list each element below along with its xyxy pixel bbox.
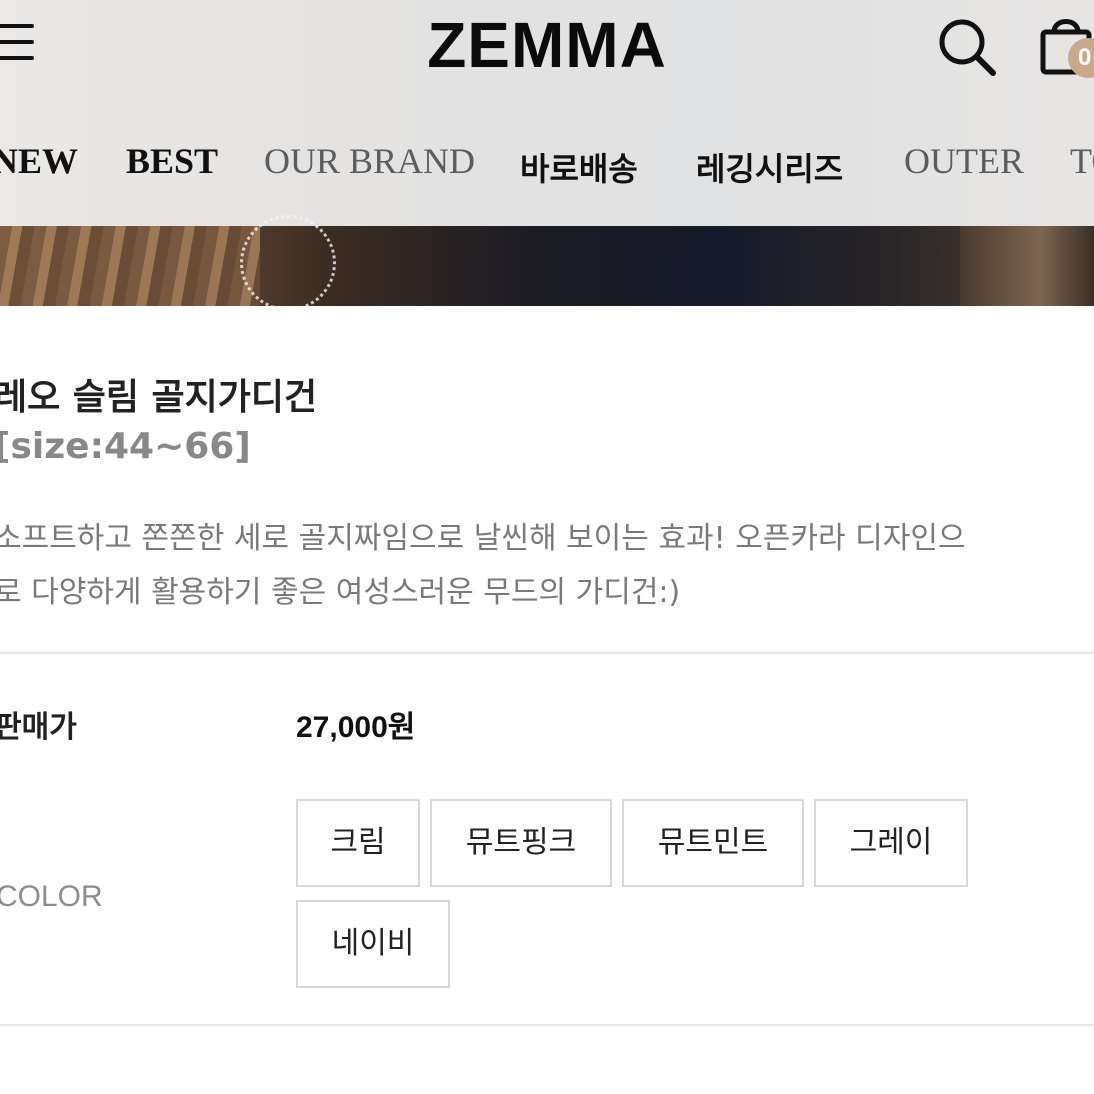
- color-label: COLOR: [0, 880, 103, 913]
- product-title: 레오 슬림 골지가디건: [0, 377, 318, 418]
- color-option-gray[interactable]: 그레이: [814, 799, 968, 887]
- site-logo[interactable]: ZEMMA: [0, 8, 1094, 82]
- hero-fabric-detail-right: [960, 226, 1094, 306]
- hero-fabric-detail: [0, 226, 260, 306]
- color-option-cream[interactable]: 크림: [296, 799, 420, 887]
- divider: [0, 1024, 1094, 1026]
- nav-item-outer[interactable]: OUTER: [904, 140, 1024, 182]
- search-icon[interactable]: [936, 16, 998, 78]
- nav-item-top[interactable]: TO: [1070, 140, 1094, 182]
- divider: [0, 652, 1094, 654]
- product-size: [size:44~66]: [0, 426, 251, 467]
- color-option-navy[interactable]: 네이비: [296, 900, 450, 988]
- nav-item-new[interactable]: NEW: [0, 140, 78, 182]
- hero-lace-detail: [240, 215, 336, 306]
- nav-item-best[interactable]: BEST: [126, 140, 218, 182]
- product-description-line: 로 다양하게 활용하기 좋은 여성스러운 무드의 가디건:): [0, 575, 681, 610]
- nav-item-quick-delivery[interactable]: 바로배송: [520, 144, 638, 190]
- color-option-mute-mint[interactable]: 뮤트민트: [622, 799, 804, 887]
- price-value: 27,000원: [296, 711, 416, 744]
- nav-item-our-brand[interactable]: OUR BRAND: [264, 140, 475, 182]
- product-description-line: 소프트하고 쫀쫀한 세로 골지짜임으로 날씬해 보이는 효과! 오픈카라 디자인…: [0, 521, 966, 556]
- product-description: 소프트하고 쫀쫀한 세로 골지짜임으로 날씬해 보이는 효과! 오픈카라 디자인…: [0, 512, 1094, 620]
- nav-item-leggings-series[interactable]: 레깅시리즈: [696, 144, 843, 190]
- color-option-mute-pink[interactable]: 뮤트핑크: [430, 799, 612, 887]
- price-label: 판매가: [0, 710, 77, 745]
